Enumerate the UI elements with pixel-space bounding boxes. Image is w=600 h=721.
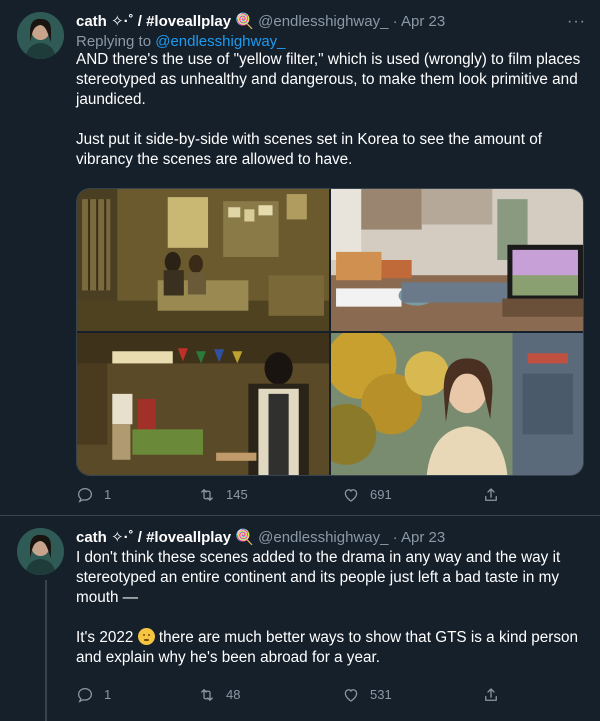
tweet-content: cath ✧·˚ / #loveallplay 🍭 @endlesshighwa… — [76, 528, 586, 668]
reply-button[interactable]: 1 — [76, 486, 111, 504]
thread-line — [45, 580, 47, 721]
share-icon — [485, 488, 497, 501]
replying-prefix: Replying to — [76, 33, 156, 50]
retweet-count: 145 — [226, 487, 248, 502]
heart-icon — [344, 489, 358, 502]
avatar[interactable] — [17, 12, 64, 59]
tweet-date[interactable]: Apr 23 — [401, 529, 445, 546]
yellow-room-image — [77, 189, 329, 331]
share-button[interactable] — [482, 486, 500, 504]
share-icon — [485, 688, 497, 701]
tweet-text: AND there's the use of "yellow filter," … — [76, 51, 581, 168]
media-image[interactable] — [331, 189, 583, 331]
reply-icon — [77, 687, 93, 703]
user-handle[interactable]: @endlesshighway_ — [258, 13, 388, 30]
more-options-icon[interactable]: ··· — [567, 12, 586, 32]
like-count: 691 — [370, 487, 392, 502]
retweet-icon — [201, 689, 213, 701]
user-handle[interactable]: @endlesshighway_ — [258, 529, 388, 546]
tweet-content: cath ✧·˚ / #loveallplay 🍭 @endlesshighwa… — [76, 12, 586, 170]
tweet[interactable]: cath ✧·˚ / #loveallplay 🍭 @endlesshighwa… — [0, 0, 600, 515]
retweet-button[interactable]: 145 — [198, 486, 248, 504]
retweet-button[interactable]: 48 — [198, 686, 240, 704]
tweet-header: cath ✧·˚ / #loveallplay 🍭 @endlesshighwa… — [76, 12, 586, 32]
media-image[interactable] — [331, 333, 583, 475]
like-button[interactable]: 531 — [342, 686, 392, 704]
media-image[interactable] — [77, 189, 329, 331]
display-name[interactable]: cath ✧·˚ / #loveallplay 🍭 — [76, 529, 254, 546]
grimacing-face-emoji — [137, 628, 155, 645]
separator-dot: · — [392, 529, 398, 546]
reply-count: 1 — [104, 687, 112, 702]
media-image[interactable] — [77, 333, 329, 475]
like-count: 531 — [370, 687, 392, 702]
reply-icon — [77, 487, 93, 503]
retweet-icon — [201, 489, 213, 501]
heart-icon — [344, 689, 358, 702]
display-name[interactable]: cath ✧·˚ / #loveallplay 🍭 — [76, 13, 254, 30]
tweet-actions: 1 48 531 — [76, 686, 586, 706]
avatar-image — [17, 12, 64, 59]
media-grid — [76, 188, 584, 476]
tweet[interactable]: cath ✧·˚ / #loveallplay 🍭 @endlesshighwa… — [0, 516, 600, 721]
avatar[interactable] — [17, 528, 64, 575]
reply-button[interactable]: 1 — [76, 686, 111, 704]
mention-link[interactable]: @endlesshighway_ — [155, 33, 285, 50]
share-button[interactable] — [482, 686, 500, 704]
avatar-image — [17, 528, 64, 575]
separator-dot: · — [392, 13, 398, 30]
tweet-text: I don't think these scenes added to the … — [76, 548, 586, 668]
tweet-actions: 1 145 691 — [76, 486, 586, 506]
reply-count: 1 — [104, 487, 112, 502]
bright-outdoor-image — [331, 333, 583, 475]
yellow-market-image — [77, 333, 329, 475]
replying-to: Replying to @endlesshighway_ — [76, 33, 586, 50]
like-button[interactable]: 691 — [342, 486, 392, 504]
bright-apartment-image — [331, 189, 583, 331]
retweet-count: 48 — [226, 687, 241, 702]
tweet-header: cath ✧·˚ / #loveallplay 🍭 @endlesshighwa… — [76, 528, 586, 548]
tweet-date[interactable]: Apr 23 — [401, 13, 445, 30]
